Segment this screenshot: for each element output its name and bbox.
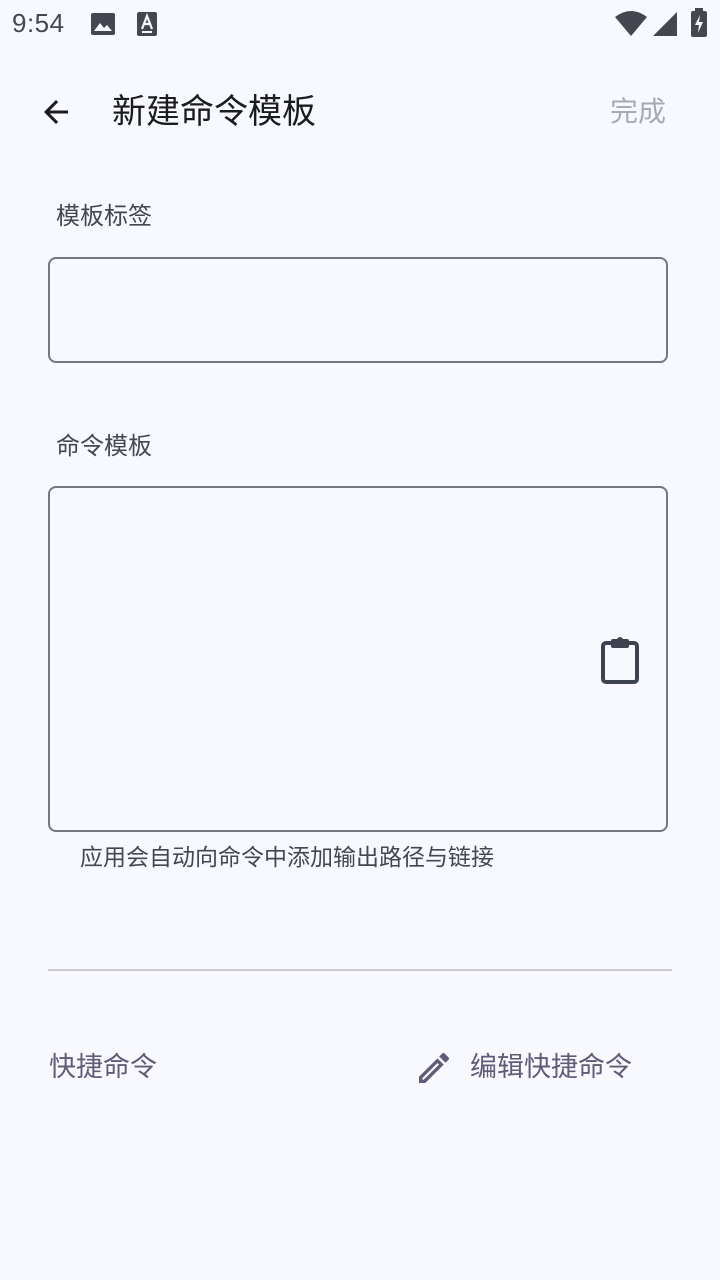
wifi-icon xyxy=(615,11,647,36)
shortcut-commands-label: 快捷命令 xyxy=(49,1052,157,1083)
clipboard-icon[interactable] xyxy=(600,636,640,684)
status-time: 9:54 xyxy=(12,8,65,38)
template-label-field-label: 模板标签 xyxy=(56,202,152,230)
image-icon xyxy=(91,13,115,35)
top-app-bar: 新建命令模板 完成 xyxy=(0,64,720,160)
template-label-field xyxy=(48,257,668,363)
status-bar: 9:54 xyxy=(0,0,720,48)
arrow-back-icon xyxy=(44,100,68,124)
done-button[interactable]: 完成 xyxy=(610,94,666,130)
back-button[interactable] xyxy=(28,84,84,140)
font-icon xyxy=(137,12,157,36)
divider xyxy=(48,969,672,971)
page-title: 新建命令模板 xyxy=(112,92,316,132)
edit-shortcut-commands-button[interactable]: 编辑快捷命令 xyxy=(414,1040,632,1096)
edit-shortcut-commands-label: 编辑快捷命令 xyxy=(470,1052,632,1083)
helper-text: 应用会自动向命令中添加输出路径与链接 xyxy=(80,845,494,871)
template-label-input[interactable] xyxy=(50,259,666,361)
command-template-input[interactable] xyxy=(50,488,666,830)
pencil-icon xyxy=(419,1052,450,1083)
signal-icon xyxy=(653,12,677,36)
screen: 9:54 新建命令模板 完成 模板标签 命令模板 应用会自动向命令中添加输出路径… xyxy=(0,0,720,1280)
command-template-field-label: 命令模板 xyxy=(56,432,152,460)
command-template-field xyxy=(48,486,668,832)
battery-icon xyxy=(691,8,707,37)
